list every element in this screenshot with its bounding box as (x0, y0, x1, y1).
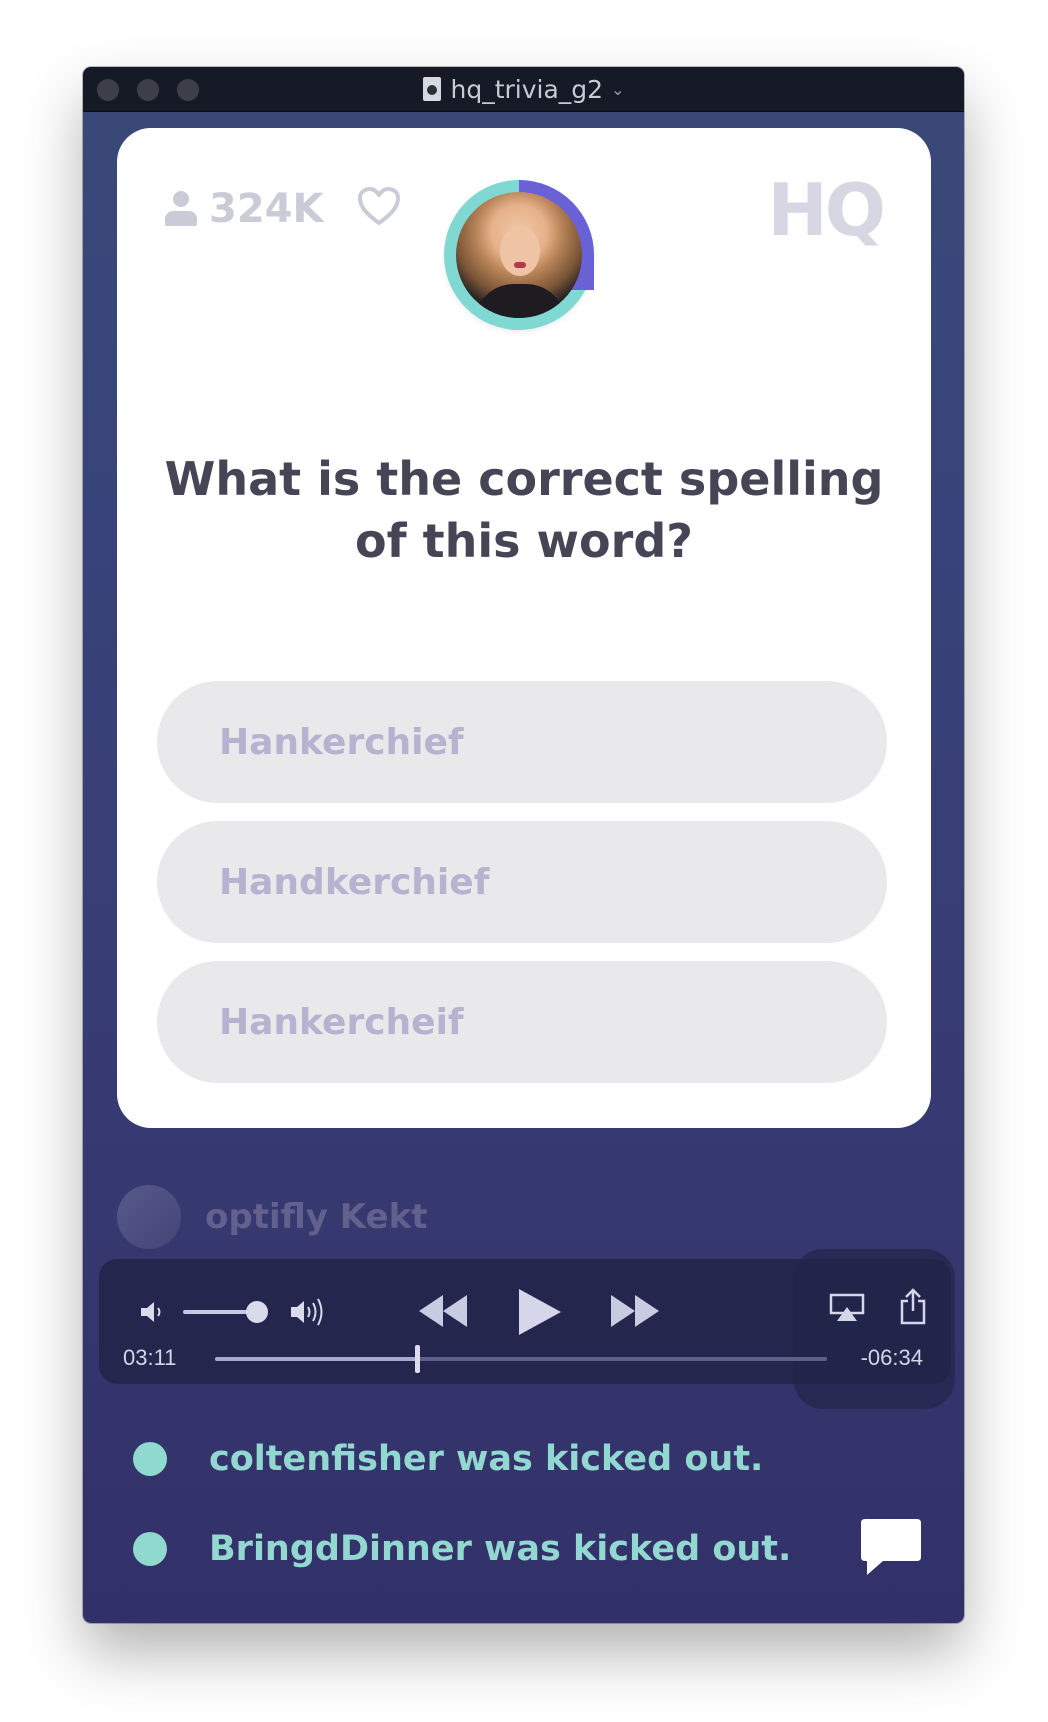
hq-logo: HQ (767, 168, 886, 252)
chat-message: optifly Kekt (117, 1185, 427, 1249)
answer-option-1[interactable]: Hankerchief (157, 681, 887, 803)
chat-event: BringdDinner was kicked out. (133, 1529, 791, 1569)
chat-event-text: coltenfisher was kicked out. (209, 1439, 764, 1479)
viewer-count-label: 324K (209, 186, 324, 232)
chat-event-text: BringdDinner was kicked out. (209, 1529, 792, 1569)
media-controls: 03:11 -06:34 (99, 1259, 951, 1384)
answer-option-2[interactable]: Handkerchief (157, 821, 887, 943)
window-title-group[interactable]: hq_trivia_g2 ⌄ (83, 67, 964, 111)
airplay-icon[interactable] (829, 1293, 865, 1323)
window-title: hq_trivia_g2 (450, 74, 604, 104)
document-icon (422, 77, 441, 101)
status-dot-icon (133, 1532, 167, 1566)
chevron-down-icon: ⌄ (611, 79, 625, 99)
answer-option-3[interactable]: Hankercheif (157, 961, 887, 1083)
host-avatar-timer (444, 180, 594, 330)
playback-progress (215, 1357, 417, 1361)
heart-icon[interactable] (357, 186, 401, 226)
chat-event: coltenfisher was kicked out. (133, 1439, 763, 1479)
playback-scrubber[interactable] (215, 1345, 827, 1373)
status-dot-icon (133, 1442, 167, 1476)
title-bar: hq_trivia_g2 ⌄ (83, 67, 964, 112)
chat-bubble-icon[interactable] (859, 1517, 923, 1577)
volume-low-icon[interactable] (139, 1299, 169, 1325)
question-text: What is the correct spelling of this wor… (164, 452, 884, 568)
answer-label: Hankerchief (219, 721, 464, 763)
answer-label: Hankercheif (219, 1001, 464, 1043)
volume-slider[interactable] (183, 1310, 253, 1314)
fast-forward-icon[interactable] (609, 1293, 661, 1329)
current-time: 03:11 (123, 1345, 177, 1370)
play-icon[interactable] (515, 1287, 563, 1337)
avatar (117, 1185, 181, 1249)
remaining-time: -06:34 (860, 1345, 923, 1370)
share-icon[interactable] (899, 1287, 927, 1325)
person-icon (165, 191, 197, 227)
avatar (456, 192, 582, 318)
app-window: hq_trivia_g2 ⌄ 324K HQ What is the corre… (83, 67, 964, 1623)
volume-slider-thumb[interactable] (246, 1301, 268, 1323)
answer-label: Handkerchief (219, 861, 490, 903)
volume-high-icon[interactable] (289, 1295, 333, 1329)
rewind-icon[interactable] (417, 1293, 469, 1329)
scrubber-thumb[interactable] (414, 1345, 420, 1373)
question-card: 324K HQ What is the correct spelling of … (117, 128, 931, 1128)
viewer-count: 324K (165, 186, 324, 232)
chat-username: optifly Kekt (205, 1197, 428, 1237)
